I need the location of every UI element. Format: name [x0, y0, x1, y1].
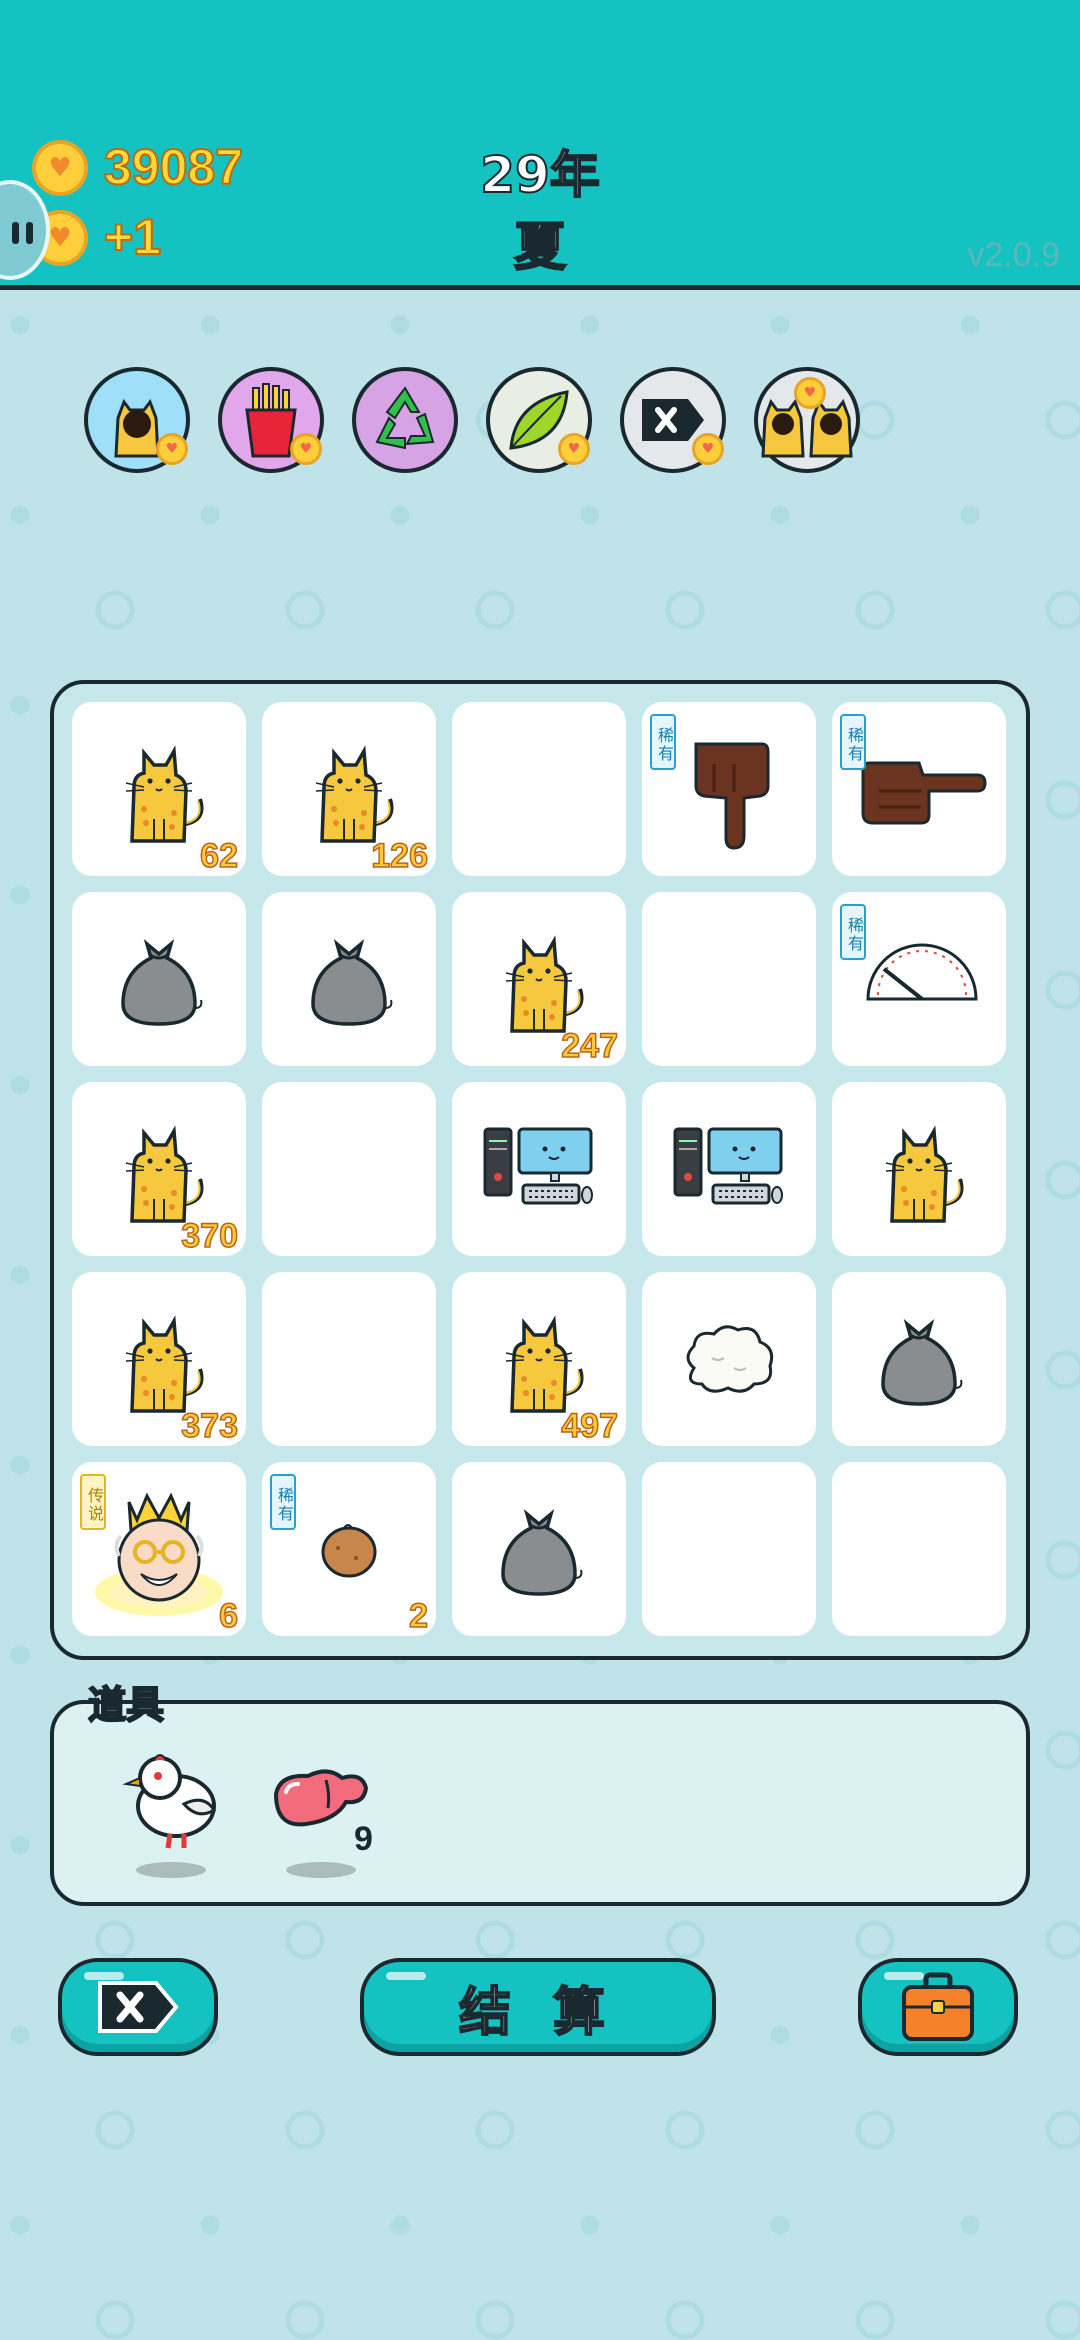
cat-icon [832, 1082, 1006, 1256]
twin-cats-buff-icon[interactable]: ♥ [754, 367, 860, 473]
grid-cell-trash-bag[interactable] [72, 892, 246, 1066]
rare-tag: 稀有 [840, 714, 866, 770]
grid-cell-trash-bag[interactable] [262, 892, 436, 1066]
trash-bag-icon [262, 892, 436, 1066]
settle-label: 结 算 [458, 1982, 618, 2044]
grid-cell-king[interactable]: 传说 6 [72, 1462, 246, 1636]
settle-button[interactable]: 结 算 [360, 1958, 716, 2056]
trash-bag-icon [832, 1272, 1006, 1446]
grid-cell-trash-bag[interactable] [452, 1462, 626, 1636]
heart-badge-icon: ♥ [794, 377, 826, 409]
version-label: v2.0.9 [967, 236, 1060, 274]
legendary-tag: 传说 [80, 1474, 106, 1530]
heart-badge-icon: ♥ [692, 433, 724, 465]
props-panel: 9 [50, 1700, 1030, 1906]
computer-icon [452, 1082, 626, 1256]
grid-cell-cat[interactable]: 373 [72, 1272, 246, 1446]
coin-income: +1 [103, 208, 162, 266]
grid-cell-cat[interactable]: 126 [262, 702, 436, 876]
grid-cell-empty[interactable] [262, 1082, 436, 1256]
grid-cell-trash-bag[interactable] [832, 1272, 1006, 1446]
rare-tag: 稀有 [650, 714, 676, 770]
delete-icon [98, 1981, 179, 2033]
grid-cell-cat[interactable]: 247 [452, 892, 626, 1066]
item-count: 6 [218, 1596, 238, 1636]
grid-cell-cat[interactable]: 62 [72, 702, 246, 876]
grid-cell-computer[interactable] [452, 1082, 626, 1256]
season-label: 夏 [513, 217, 567, 279]
backpack-button[interactable] [858, 1958, 1018, 2056]
bird-icon [122, 1754, 217, 1849]
item-count: 247 [561, 1026, 619, 1066]
grid-cell-empty[interactable] [642, 1462, 816, 1636]
cloud-icon [642, 1272, 816, 1446]
grid-cell-cat[interactable] [832, 1082, 1006, 1256]
top-bar: ♥ 39087 ♥ +1 29年 夏 v2.0.9 [0, 0, 1080, 290]
delete-buff-icon[interactable]: ♥ [620, 367, 726, 473]
grid-cell-cloud[interactable] [642, 1272, 816, 1446]
item-grid-panel: 62 126 稀有 稀有 247 稀有 370 373 497 传说 6 稀有 … [50, 680, 1030, 1660]
item-count: 373 [181, 1406, 239, 1446]
grid-cell-hand-right[interactable]: 稀有 [832, 702, 1006, 876]
prop-bird[interactable] [114, 1744, 234, 1878]
briefcase-icon [902, 1972, 974, 2041]
leaf-buff-icon[interactable]: ♥ [486, 367, 592, 473]
item-count: 2 [408, 1596, 428, 1636]
liver-count: 9 [354, 1820, 373, 1858]
prop-liver[interactable]: 9 [266, 1744, 416, 1878]
coin-total: 39087 [103, 138, 244, 196]
grid-cell-empty[interactable] [262, 1272, 436, 1446]
trash-bag-icon [452, 1462, 626, 1636]
item-count: 497 [561, 1406, 619, 1446]
year-label: 29年 [479, 145, 601, 205]
grid-cell-gauge[interactable]: 稀有 [832, 892, 1006, 1066]
computer-icon [642, 1082, 816, 1256]
grid-cell-empty[interactable] [452, 702, 626, 876]
grid-cell-computer[interactable] [642, 1082, 816, 1256]
fries-buff-icon[interactable]: ♥ [218, 367, 324, 473]
discard-button[interactable] [58, 1958, 218, 2056]
grid-cell-potato[interactable]: 稀有 2 [262, 1462, 436, 1636]
trash-bag-icon [72, 892, 246, 1066]
grid-cell-cat[interactable]: 370 [72, 1082, 246, 1256]
grid-cell-cat[interactable]: 497 [452, 1272, 626, 1446]
grid-cell-empty[interactable] [642, 892, 816, 1066]
item-count: 370 [181, 1216, 239, 1256]
rare-tag: 稀有 [270, 1474, 296, 1530]
coin-icon: ♥ [32, 140, 88, 196]
recycle-buff-icon[interactable] [352, 367, 458, 473]
grid-cell-hand-down[interactable]: 稀有 [642, 702, 816, 876]
rare-tag: 稀有 [840, 904, 866, 960]
item-count: 126 [371, 836, 429, 876]
heart-badge-icon: ♥ [558, 433, 590, 465]
grid-cell-empty[interactable] [832, 1462, 1006, 1636]
heart-badge-icon: ♥ [290, 433, 322, 465]
item-count: 62 [199, 836, 238, 876]
props-title: 道具 [87, 1682, 165, 1728]
cat-buff-icon[interactable]: ♥ [84, 367, 190, 473]
heart-badge-icon: ♥ [156, 433, 188, 465]
